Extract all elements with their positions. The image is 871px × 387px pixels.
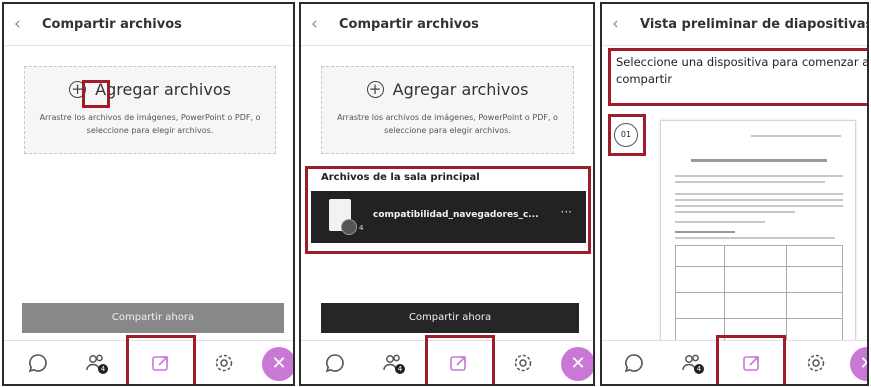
highlight-instruction — [608, 48, 867, 106]
drop-hint-text: Arrastre los archivos de imágenes, Power… — [39, 113, 261, 135]
add-files-label: Agregar archivos — [392, 80, 529, 99]
share-files-panel-empty: ‹ Compartir archivos + Agregar archivos … — [2, 2, 295, 386]
slide-preview-panel: ‹ Vista preliminar de diapositivas Selec… — [600, 2, 869, 386]
bottom-toolbar: 4 ✕ — [4, 335, 293, 384]
highlight-slide-number — [608, 114, 646, 156]
doc-text-line — [675, 221, 765, 223]
doc-text-line — [675, 211, 795, 213]
panel-header: ‹ Compartir archivos — [301, 4, 593, 46]
share-now-button[interactable]: Compartir ahora — [22, 303, 284, 333]
share-files-panel-with-file: ‹ Compartir archivos + Agregar archivos … — [299, 2, 595, 386]
close-icon[interactable]: ✕ — [850, 347, 867, 381]
doc-table-rule — [724, 246, 725, 340]
back-chevron-icon[interactable]: ‹ — [311, 14, 318, 34]
settings-icon[interactable] — [511, 351, 535, 375]
highlight-share-tab — [425, 335, 495, 384]
close-icon[interactable]: ✕ — [561, 347, 593, 381]
panel-header: ‹ Vista preliminar de diapositivas — [602, 4, 867, 46]
settings-icon[interactable] — [804, 351, 828, 375]
panel-header: ‹ Compartir archivos — [4, 4, 293, 46]
highlight-share-tab — [126, 335, 196, 384]
highlight-file-section — [305, 166, 591, 254]
doc-text-line — [675, 205, 843, 207]
doc-table-rule — [676, 292, 842, 293]
file-drop-zone[interactable]: + Agregar archivos Arrastre los archivos… — [24, 66, 276, 154]
bottom-toolbar: 4 ✕ — [301, 335, 593, 384]
chat-icon[interactable] — [622, 351, 646, 375]
highlight-add-icon — [82, 80, 110, 108]
doc-table-rule — [676, 266, 842, 267]
settings-icon[interactable] — [212, 351, 236, 375]
add-files-link[interactable]: + Agregar archivos — [322, 79, 573, 99]
attendee-count-badge: 4 — [694, 364, 704, 374]
highlight-share-tab — [716, 335, 786, 384]
doc-text-line — [675, 175, 843, 177]
doc-table-rule — [786, 246, 787, 340]
doc-text-line — [675, 199, 843, 201]
attendees-icon[interactable]: 4 — [680, 351, 704, 375]
doc-text-line — [675, 181, 825, 183]
drop-hint-text: Arrastre los archivos de imágenes, Power… — [337, 113, 558, 135]
doc-table — [675, 245, 843, 341]
file-drop-zone[interactable]: + Agregar archivos Arrastre los archivos… — [321, 66, 574, 154]
chat-icon[interactable] — [26, 351, 50, 375]
attendees-icon[interactable]: 4 — [84, 351, 108, 375]
doc-table-rule — [676, 318, 842, 319]
back-chevron-icon[interactable]: ‹ — [14, 14, 21, 34]
add-files-link[interactable]: + Agregar archivos — [25, 79, 275, 99]
doc-subheading-line — [675, 231, 735, 233]
doc-text-line — [675, 193, 843, 195]
page-title: Compartir archivos — [339, 17, 479, 32]
close-icon[interactable]: ✕ — [262, 347, 293, 381]
add-circle-icon[interactable]: + — [366, 81, 384, 98]
attendee-count-badge: 4 — [98, 364, 108, 374]
page-title: Vista preliminar de diapositivas — [640, 17, 869, 32]
page-title: Compartir archivos — [42, 17, 182, 32]
doc-title-line — [691, 159, 827, 162]
bottom-toolbar: 4 ✕ — [602, 335, 867, 384]
attendee-count-badge: 4 — [395, 364, 405, 374]
back-chevron-icon[interactable]: ‹ — [612, 14, 619, 34]
share-now-button[interactable]: Compartir ahora — [321, 303, 579, 333]
slide-thumbnail[interactable] — [660, 120, 856, 344]
add-files-label: Agregar archivos — [95, 80, 231, 99]
chat-icon[interactable] — [323, 351, 347, 375]
doc-text-line — [675, 237, 835, 239]
doc-header-line — [751, 135, 841, 137]
attendees-icon[interactable]: 4 — [381, 351, 405, 375]
